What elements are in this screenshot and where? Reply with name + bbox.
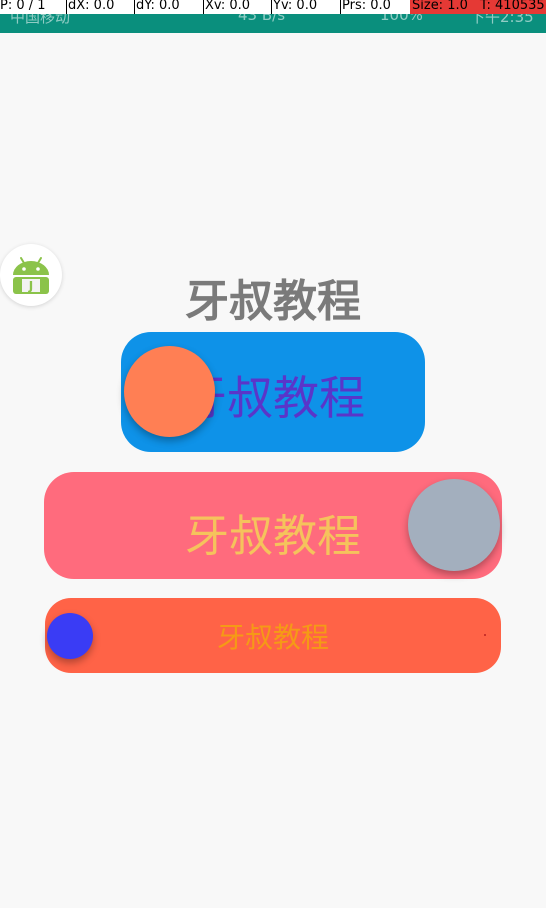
overlay-prs: Prs: 0.0	[342, 0, 391, 13]
switch-2-thumb[interactable]	[408, 479, 500, 571]
overlay-dy: dY: 0.0	[136, 0, 180, 13]
touch-indicator	[484, 634, 486, 636]
overlay-t: T: 410535	[480, 0, 545, 13]
switch-3-label: 牙叔教程	[216, 621, 329, 654]
switch-1-thumb[interactable]	[124, 346, 215, 437]
overlay-yv: Yv: 0.0	[273, 0, 318, 13]
switch-3-thumb[interactable]	[47, 613, 93, 659]
overlay-xv: Xv: 0.0	[205, 0, 251, 13]
switch-3[interactable]: 牙叔教程	[45, 598, 501, 673]
overlay-size: Size: 1.0	[412, 0, 468, 13]
pointer-location-overlay: P: 0 / 1 dX: 0.0 dY: 0.0 Xv: 0.0 Yv: 0.0…	[0, 0, 546, 14]
overlay-dx: dX: 0.0	[68, 0, 115, 13]
overlay-pointer: P: 0 / 1	[0, 0, 46, 13]
page-title: 牙叔教程	[185, 276, 361, 327]
